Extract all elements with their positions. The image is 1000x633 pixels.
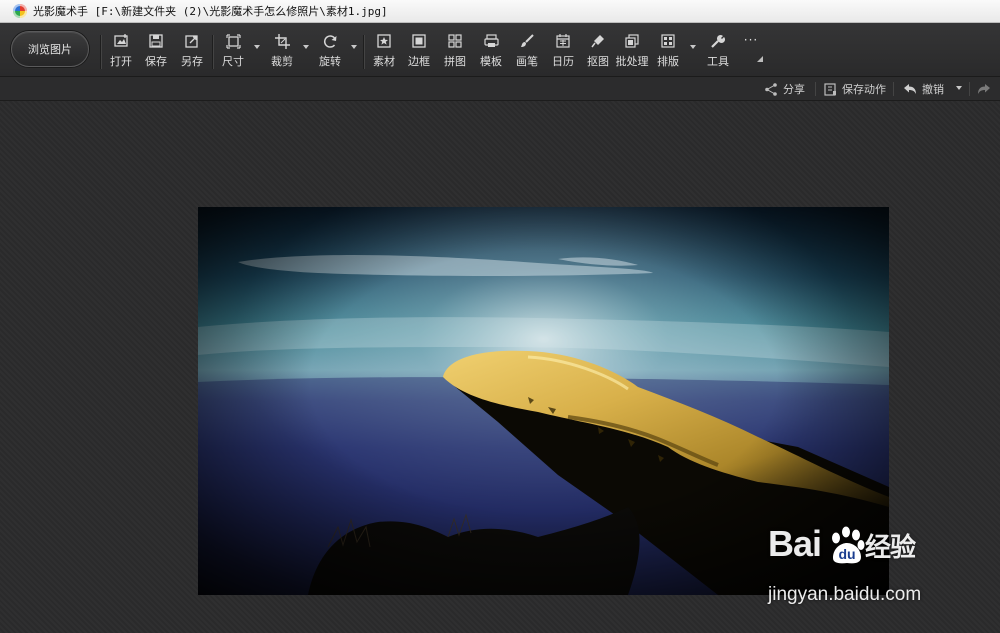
save-action-icon — [824, 82, 836, 96]
cutout-icon — [590, 33, 606, 49]
resize-icon — [225, 33, 241, 49]
save-label: 保存 — [145, 55, 167, 68]
crop-icon — [274, 33, 290, 49]
cutout-label: 抠图 — [587, 55, 609, 68]
watermark-url: jingyan.baidu.com — [768, 584, 922, 605]
rotate-dropdown-icon[interactable] — [351, 45, 357, 49]
resize-dropdown-icon[interactable] — [254, 45, 260, 49]
resize-label: 尺寸 — [222, 55, 244, 68]
action-separator — [969, 82, 970, 96]
layout-dropdown-icon[interactable] — [690, 45, 696, 49]
layout-label: 排版 — [657, 55, 679, 68]
undo-dropdown-icon[interactable] — [956, 86, 962, 90]
batch-icon — [624, 33, 640, 49]
template-label: 模板 — [480, 55, 502, 68]
collage-label: 拼图 — [444, 55, 466, 68]
batch-label: 批处理 — [615, 55, 649, 68]
collage-icon — [447, 33, 463, 49]
redo-button[interactable] — [977, 81, 996, 97]
brush-label: 画笔 — [516, 55, 538, 68]
tools-button[interactable]: 工具 — [701, 33, 735, 71]
main-toolbar: 浏览图片 打开 保存 另存 尺寸 裁剪 旋转 素材 边框 拼图 模板 画笔 日历… — [0, 23, 1000, 77]
undo-icon — [904, 84, 916, 94]
save-icon — [148, 33, 164, 49]
save-as-label: 另存 — [181, 55, 203, 68]
cutout-button[interactable]: 抠图 — [581, 33, 615, 71]
resize-button[interactable]: 尺寸 — [216, 33, 250, 71]
open-label: 打开 — [110, 55, 132, 68]
crop-label: 裁剪 — [271, 55, 293, 68]
open-icon — [113, 33, 129, 49]
crop-dropdown-icon[interactable] — [303, 45, 309, 49]
calendar-icon — [555, 33, 571, 49]
open-button[interactable]: 打开 — [104, 33, 138, 71]
rotate-icon — [322, 33, 338, 49]
save-as-icon — [184, 33, 200, 49]
rotate-label: 旋转 — [319, 55, 341, 68]
save-as-button[interactable]: 另存 — [175, 33, 209, 71]
brush-icon — [519, 33, 535, 49]
material-label: 素材 — [373, 55, 395, 68]
paw-logo-icon: du — [832, 526, 865, 564]
share-label: 分享 — [783, 83, 805, 96]
toolbar-separator — [212, 35, 213, 69]
more-button[interactable]: ··· — [734, 33, 768, 71]
toolbar-separator — [363, 35, 364, 69]
border-button[interactable]: 边框 — [402, 33, 436, 71]
action-separator — [815, 82, 816, 96]
browse-images-button[interactable]: 浏览图片 — [11, 31, 89, 67]
layout-button[interactable]: 排版 — [651, 33, 685, 71]
rotate-button[interactable]: 旋转 — [313, 33, 347, 71]
collage-button[interactable]: 拼图 — [438, 33, 472, 71]
border-label: 边框 — [408, 55, 430, 68]
more-label: ··· — [743, 33, 759, 47]
batch-button[interactable]: 批处理 — [615, 33, 649, 71]
undo-button[interactable]: 撤销 — [903, 81, 944, 97]
calendar-label: 日历 — [552, 55, 574, 68]
brush-button[interactable]: 画笔 — [510, 33, 544, 71]
calendar-button[interactable]: 日历 — [546, 33, 580, 71]
wrench-icon — [710, 33, 726, 49]
template-button[interactable]: 模板 — [474, 33, 508, 71]
action-separator — [893, 82, 894, 96]
border-icon — [411, 33, 427, 49]
template-icon — [483, 33, 499, 49]
crop-button[interactable]: 裁剪 — [265, 33, 299, 71]
title-bar: 光影魔术手 [F:\新建文件夹 (2)\光影魔术手怎么修照片\素材1.jpg] — [0, 0, 1000, 23]
watermark-bai: Bai — [768, 523, 822, 564]
material-icon — [376, 33, 392, 49]
undo-label: 撤销 — [922, 83, 944, 96]
save-action-button[interactable]: 保存动作 — [824, 81, 886, 97]
window-title: 光影魔术手 [F:\新建文件夹 (2)\光影魔术手怎么修照片\素材1.jpg] — [33, 5, 388, 18]
save-button[interactable]: 保存 — [139, 33, 173, 71]
expand-toolbar-icon[interactable] — [757, 56, 763, 62]
layout-icon — [660, 33, 676, 49]
material-button[interactable]: 素材 — [367, 33, 401, 71]
baidu-jingyan-watermark: Bai 经验 du jingyan.baidu.com — [768, 523, 968, 613]
share-button[interactable]: 分享 — [764, 81, 805, 97]
toolbar-separator — [100, 35, 101, 69]
save-action-label: 保存动作 — [842, 83, 886, 96]
tools-label: 工具 — [707, 55, 729, 68]
action-bar: 分享 保存动作 撤销 — [0, 77, 1000, 101]
share-icon — [765, 82, 777, 96]
svg-text:du: du — [838, 546, 855, 562]
redo-icon — [978, 84, 990, 94]
app-logo-icon — [13, 4, 27, 18]
watermark-jingyan: 经验 — [865, 533, 916, 563]
